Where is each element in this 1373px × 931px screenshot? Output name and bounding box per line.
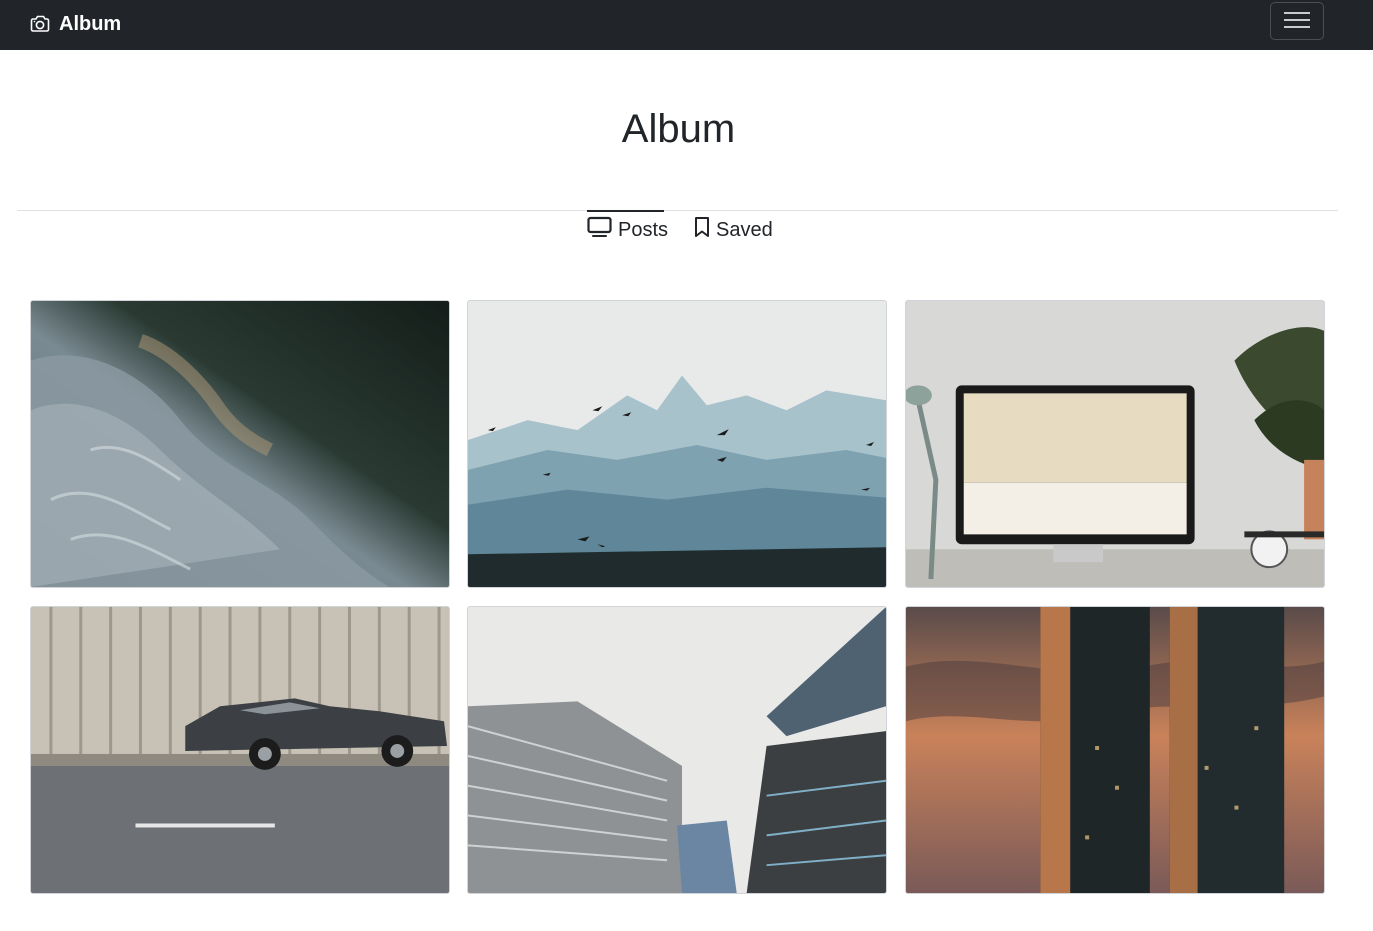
tab-posts[interactable]: Posts [587,210,668,248]
photo-mountains-birds[interactable] [467,300,887,588]
photo-ocean-aerial[interactable] [30,300,450,588]
hamburger-icon [1284,10,1310,33]
navbar: Album [0,0,1373,50]
page-title: Album [621,107,736,151]
camera-icon [30,15,50,33]
photo-skyscrapers-up[interactable] [467,606,887,894]
profile-tabs: Posts Saved [0,210,1357,250]
brand-label: Album [59,12,122,35]
photo-towers-sunset[interactable] [905,606,1325,894]
tab-saved[interactable]: Saved [694,212,774,248]
tv-icon [587,216,612,244]
menu-toggle-button[interactable] [1270,2,1324,40]
tab-posts-label: Posts [618,218,669,241]
photo-vintage-car[interactable] [30,606,450,894]
bookmark-icon [694,216,710,244]
tab-saved-label: Saved [716,218,773,241]
brand-link[interactable]: Album [30,12,121,36]
photo-monitor-desk[interactable] [905,300,1325,588]
